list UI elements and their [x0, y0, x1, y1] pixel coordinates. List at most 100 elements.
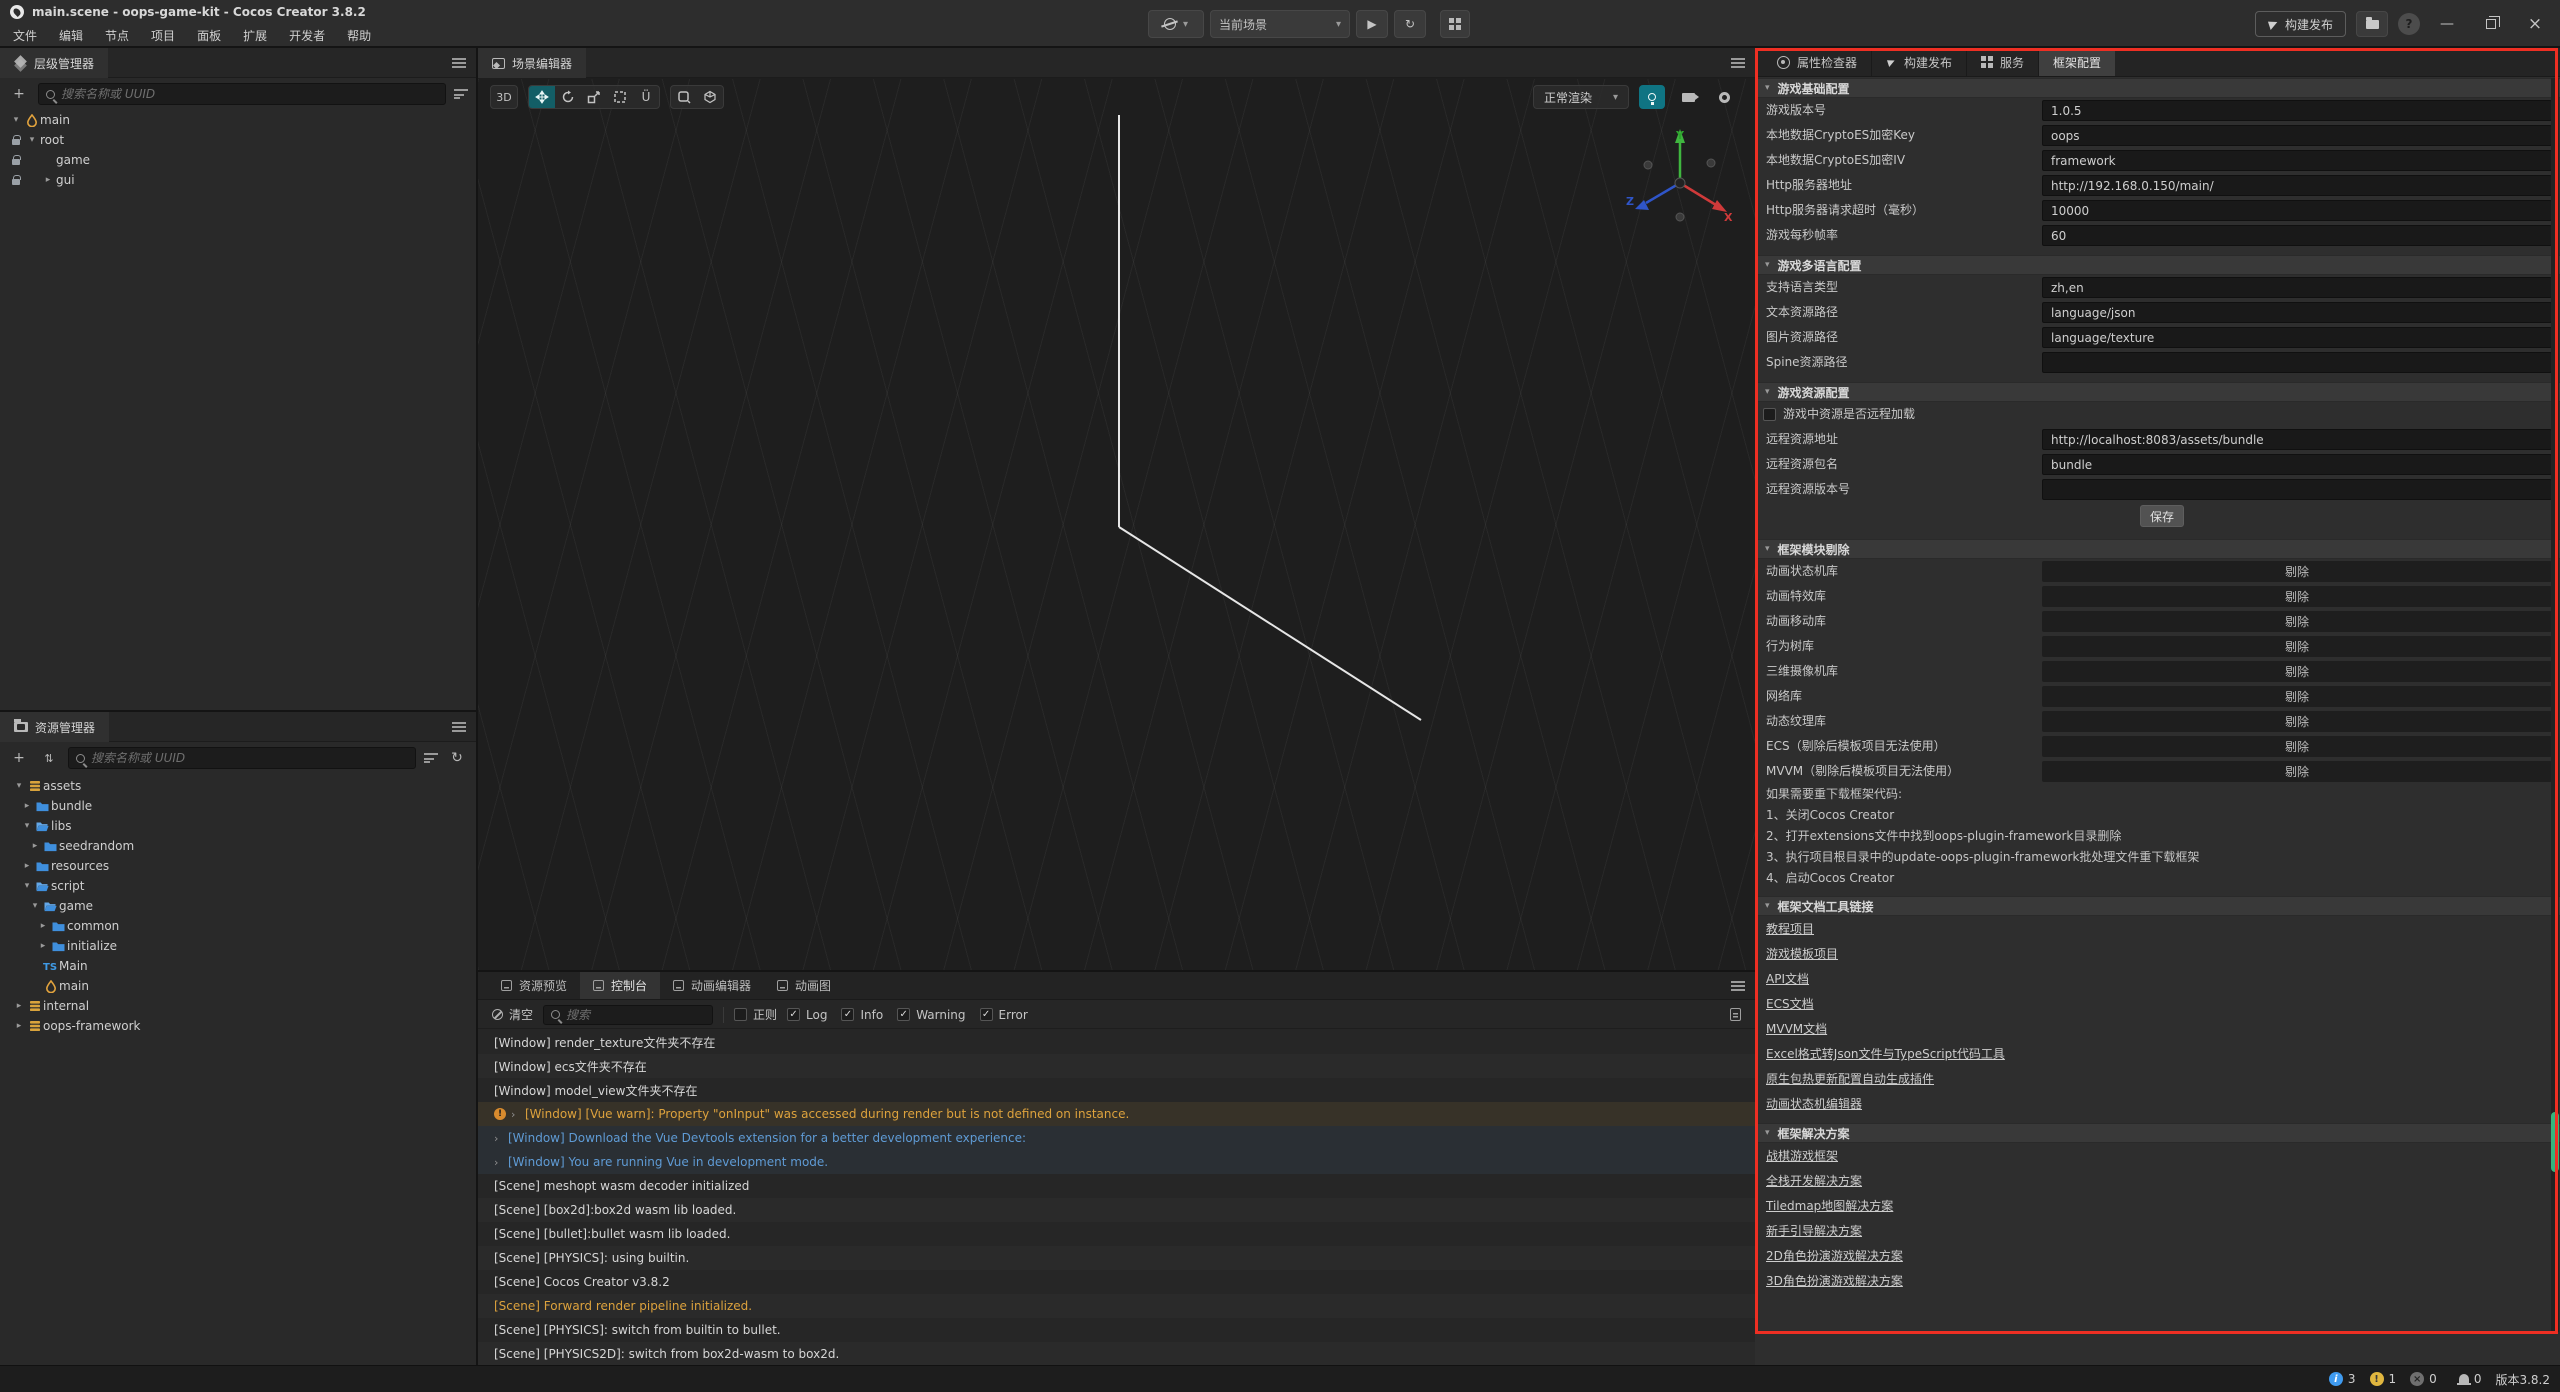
tree-chevron-icon[interactable]: ▸	[25, 801, 30, 811]
menu-item-节点[interactable]: 节点	[94, 24, 140, 48]
console-tab-资源预览[interactable]: 资源预览	[488, 972, 580, 999]
tree-chevron-icon[interactable]: ▾	[33, 901, 38, 911]
tree-node-main[interactable]: ▾main	[0, 110, 476, 130]
menu-item-项目[interactable]: 项目	[140, 24, 186, 48]
inspector-tab-服务[interactable]: 服务	[1967, 48, 2039, 76]
hierarchy-search-input[interactable]	[61, 87, 438, 101]
move-tool-button[interactable]	[529, 86, 555, 108]
filter-checkbox-Warning[interactable]: ✓	[897, 1008, 910, 1021]
scene-tab[interactable]: 场景编辑器	[478, 48, 586, 78]
lock-icon[interactable]	[8, 156, 24, 165]
doc-link-原生包热更新配置自动生成插件[interactable]: 原生包热更新配置自动生成插件	[1766, 1070, 1934, 1087]
menu-item-扩展[interactable]: 扩展	[232, 24, 278, 48]
render-mode-select[interactable]: 正常渲染 ▾	[1533, 85, 1629, 109]
asset-node-initialize[interactable]: ▸initialize	[0, 936, 476, 956]
filter-Log[interactable]: ✓Log	[787, 1008, 827, 1022]
remove-module-button[interactable]: 剔除	[2042, 636, 2552, 657]
tree-chevron-icon[interactable]: ▸	[17, 1001, 22, 1011]
section-header-游戏基础配置[interactable]: ▾游戏基础配置	[1755, 78, 2560, 98]
regex-toggle[interactable]: 正则	[734, 1006, 777, 1023]
snap-tool-button[interactable]	[671, 86, 697, 108]
console-tab-动画图[interactable]: 动画图	[764, 972, 844, 999]
field-input-游戏每秒帧率[interactable]	[2042, 225, 2552, 246]
scale-tool-button[interactable]	[581, 86, 607, 108]
asset-node-oops-framework[interactable]: ▸oops-framework	[0, 1016, 476, 1036]
tree-chevron-icon[interactable]: ▸	[46, 175, 51, 185]
section-header-框架模块剔除[interactable]: ▾框架模块剔除	[1755, 539, 2560, 559]
tree-node-game[interactable]: game	[0, 150, 476, 170]
remote-load-checkbox[interactable]	[1763, 408, 1776, 421]
reload-button[interactable]: ↻	[1394, 10, 1426, 38]
console-search[interactable]	[543, 1005, 713, 1025]
notification-counter[interactable]: 0	[2459, 1372, 2482, 1386]
remove-module-button[interactable]: 剔除	[2042, 561, 2552, 582]
add-asset-button[interactable]: +	[8, 747, 30, 769]
doc-link-新手引导解决方案[interactable]: 新手引导解决方案	[1766, 1222, 1862, 1239]
camera-settings-button[interactable]	[1675, 85, 1701, 109]
tree-chevron-icon[interactable]: ▸	[41, 941, 46, 951]
asset-node-seedrandom[interactable]: ▸seedrandom	[0, 836, 476, 856]
panel-menu-icon[interactable]	[1731, 981, 1745, 991]
section-header-框架文档工具链接[interactable]: ▾框架文档工具链接	[1755, 896, 2560, 916]
filter-Info[interactable]: ✓Info	[841, 1008, 883, 1022]
sort-button[interactable]: ⇅	[38, 747, 60, 769]
tree-node-root[interactable]: ▾root	[0, 130, 476, 150]
lock-icon[interactable]	[8, 176, 24, 185]
save-button[interactable]: 保存	[2140, 505, 2184, 527]
field-input-Http服务器地址[interactable]	[2042, 175, 2552, 196]
console-tab-动画编辑器[interactable]: 动画编辑器	[660, 972, 764, 999]
refresh-icon[interactable]: ↻	[446, 747, 468, 769]
panel-menu-icon[interactable]	[452, 58, 466, 68]
menu-item-文件[interactable]: 文件	[2, 24, 48, 48]
rotate-tool-button[interactable]	[555, 86, 581, 108]
3d-toggle-button[interactable]: 3D	[491, 86, 517, 108]
menu-item-开发者[interactable]: 开发者	[278, 24, 336, 48]
asset-node-resources[interactable]: ▸resources	[0, 856, 476, 876]
open-folder-button[interactable]	[2356, 11, 2388, 37]
rect-tool-button[interactable]	[607, 86, 633, 108]
console-search-input[interactable]	[566, 1008, 705, 1022]
field-input-支持语言类型[interactable]	[2042, 277, 2552, 298]
filter-checkbox-Log[interactable]: ✓	[787, 1008, 800, 1021]
orientation-gizmo[interactable]: Y X Z	[1618, 121, 1738, 241]
doc-link-战棋游戏框架[interactable]: 战棋游戏框架	[1766, 1147, 1838, 1164]
field-input-游戏版本号[interactable]	[2042, 100, 2552, 121]
doc-link-API文档[interactable]: API文档	[1766, 970, 1809, 987]
minimize-button[interactable]: —	[2430, 9, 2464, 39]
filter-Error[interactable]: ✓Error	[980, 1008, 1028, 1022]
asset-node-bundle[interactable]: ▸bundle	[0, 796, 476, 816]
assets-search[interactable]	[68, 747, 416, 769]
warning-counter[interactable]: ! 1	[2370, 1372, 2397, 1386]
asset-node-Main[interactable]: TSMain	[0, 956, 476, 976]
doc-link-MVVM文档[interactable]: MVVM文档	[1766, 1020, 1827, 1037]
field-input-图片资源路径[interactable]	[2042, 327, 2552, 348]
filter-checkbox-Error[interactable]: ✓	[980, 1008, 993, 1021]
light-toggle-button[interactable]	[1639, 85, 1665, 109]
tree-chevron-icon[interactable]: ▸	[17, 1021, 22, 1031]
tree-chevron-icon[interactable]: ▾	[25, 881, 30, 891]
assets-search-input[interactable]	[91, 751, 408, 765]
asset-node-libs[interactable]: ▾libs	[0, 816, 476, 836]
remove-module-button[interactable]: 剔除	[2042, 711, 2552, 732]
remove-module-button[interactable]: 剔除	[2042, 661, 2552, 682]
scrollbar-thumb[interactable]	[2551, 1112, 2559, 1172]
field-input-Spine资源路径[interactable]	[2042, 352, 2552, 373]
field-input-本地数据CryptoES加密IV[interactable]	[2042, 150, 2552, 171]
asset-node-common[interactable]: ▸common	[0, 916, 476, 936]
tree-chevron-icon[interactable]: ▾	[30, 135, 35, 145]
section-header-游戏多语言配置[interactable]: ▾游戏多语言配置	[1755, 255, 2560, 275]
tree-chevron-icon[interactable]: ▸	[41, 921, 46, 931]
tree-chevron-icon[interactable]: ▾	[17, 781, 22, 791]
field-input-本地数据CryptoES加密Key[interactable]	[2042, 125, 2552, 146]
doc-link-游戏模板项目[interactable]: 游戏模板项目	[1766, 945, 1838, 962]
tree-node-gui[interactable]: ▸gui	[0, 170, 476, 190]
gizmo-space-button[interactable]	[697, 86, 723, 108]
remove-module-button[interactable]: 剔除	[2042, 686, 2552, 707]
add-node-button[interactable]: +	[8, 83, 30, 105]
field-input-文本资源路径[interactable]	[2042, 302, 2552, 323]
restore-button[interactable]	[2474, 9, 2508, 39]
tree-chevron-icon[interactable]: ▸	[33, 841, 38, 851]
device-select[interactable]: ▾	[1148, 10, 1204, 38]
expand-chevron-icon[interactable]: ›	[494, 1156, 508, 1169]
error-counter[interactable]: × 0	[2410, 1372, 2437, 1386]
